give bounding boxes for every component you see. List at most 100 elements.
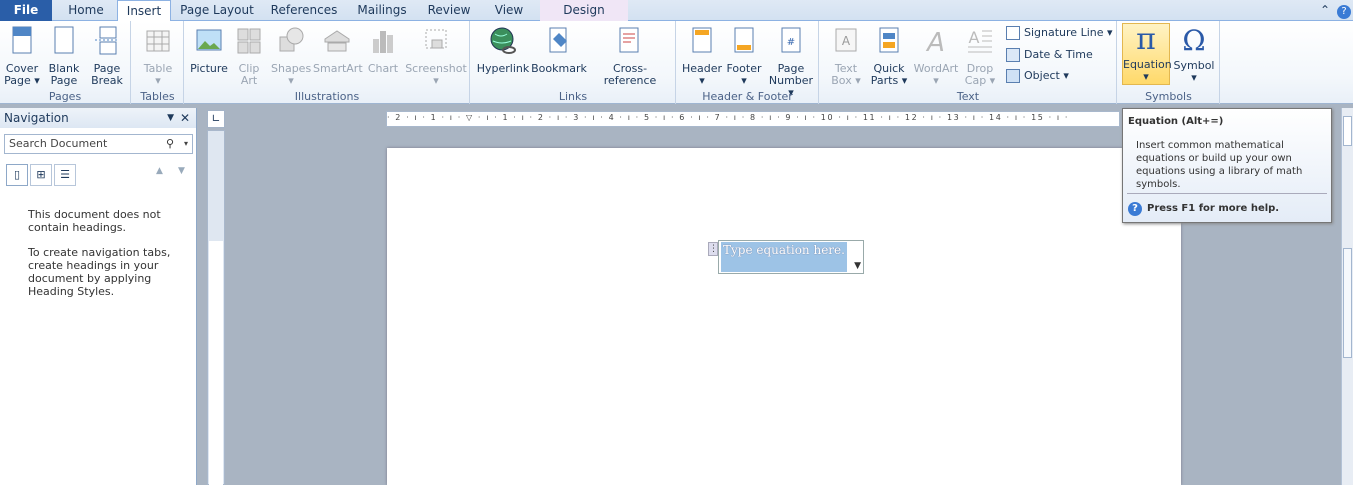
smartart-icon	[324, 30, 350, 52]
document-page[interactable]	[387, 148, 1181, 485]
text-box-icon: A	[835, 28, 857, 52]
group-label-symbols: Symbols	[1145, 90, 1192, 103]
ribbon: Cover Page ▾ Blank Page Page Break Pages Ta…	[0, 21, 1353, 104]
tooltip-title: Equation (Alt+=)	[1128, 116, 1224, 127]
globe-link-icon	[490, 27, 516, 54]
pi-icon: π	[1136, 22, 1156, 57]
navigation-view-tabs: ▯ ⊞ ☰	[6, 164, 78, 186]
no-headings-message: This document does not contain headings.	[28, 208, 161, 234]
tab-insert[interactable]: Insert	[117, 0, 171, 22]
tab-references[interactable]: References	[264, 0, 344, 21]
page-break-button[interactable]: Page Break	[86, 25, 128, 87]
cover-page-button[interactable]: Cover Page ▾	[2, 25, 42, 87]
vertical-scrollbar[interactable]	[1341, 108, 1353, 485]
tab-design[interactable]: Design	[540, 0, 628, 21]
equation-button[interactable]: π Equation ▾	[1122, 22, 1172, 85]
group-label-tables: Tables	[140, 90, 175, 103]
headings-help-message: To create navigation tabs, create headin…	[28, 246, 171, 298]
equation-box[interactable]: Type equation here. ▼	[718, 240, 864, 274]
search-icon[interactable]: ⚲	[166, 135, 174, 153]
navigation-pane: Navigation ▼ ✕ Search Document ⚲ ▾ ▯ ⊞ ☰ ▲…	[0, 108, 197, 485]
bookmark-icon	[549, 27, 567, 53]
scrollbar-thumb[interactable]	[1343, 248, 1352, 358]
tooltip-body: Insert common mathematical equations or …	[1136, 140, 1303, 190]
signature-line-button[interactable]: Signature Line ▾	[1006, 23, 1114, 43]
cover-page-icon	[12, 26, 32, 54]
clip-art-button[interactable]: Clip Art	[231, 25, 267, 87]
footer-icon	[734, 27, 754, 53]
header-button[interactable]: Header ▾	[681, 25, 723, 87]
pane-options-icon[interactable]: ▼	[167, 108, 174, 128]
equation-move-handle[interactable]: ⋮	[708, 242, 718, 256]
previous-heading-icon[interactable]: ▲	[156, 166, 163, 176]
wordart-button[interactable]: A WordArt ▾	[912, 25, 960, 87]
table-button[interactable]: Table ▾	[138, 25, 178, 87]
close-icon[interactable]: ✕	[180, 108, 190, 128]
navigation-title: Navigation	[4, 111, 69, 125]
equation-options-icon[interactable]: ▼	[854, 261, 861, 271]
picture-button[interactable]: Picture	[187, 25, 231, 75]
ribbon-tab-bar: File Home Insert Page Layout References …	[0, 0, 1353, 22]
search-document-input[interactable]: Search Document ⚲ ▾	[4, 134, 193, 154]
screenshot-icon	[425, 29, 447, 49]
screenshot-button[interactable]: Screenshot ▾	[405, 25, 467, 87]
browse-results-icon[interactable]: ☰	[54, 164, 76, 186]
shapes-button[interactable]: Shapes ▾	[271, 25, 311, 87]
next-heading-icon[interactable]: ▼	[178, 166, 185, 176]
blank-page-button[interactable]: Blank Page	[44, 25, 84, 87]
hyperlink-button[interactable]: Hyperlink	[475, 25, 531, 75]
tooltip-help: ? Press F1 for more help.	[1128, 202, 1279, 216]
group-label-illustrations: Illustrations	[294, 90, 360, 103]
search-options-icon[interactable]: ▾	[184, 135, 188, 153]
tab-file[interactable]: File	[0, 0, 52, 21]
date-time-button[interactable]: Date & Time	[1006, 45, 1114, 65]
symbol-button[interactable]: Ω Symbol ▾	[1172, 25, 1216, 84]
tab-home[interactable]: Home	[58, 0, 114, 21]
help-icon[interactable]: ?	[1336, 0, 1352, 21]
blank-page-icon	[54, 26, 74, 54]
footer-button[interactable]: Footer ▾	[723, 25, 765, 87]
browse-pages-icon[interactable]: ⊞	[30, 164, 52, 186]
picture-icon	[196, 29, 222, 51]
view-ruler-icon[interactable]	[1343, 116, 1352, 146]
tab-view[interactable]: View	[484, 0, 534, 21]
smartart-button[interactable]: SmartArt	[313, 25, 363, 75]
equation-tooltip: Equation (Alt+=) Insert common mathemati…	[1122, 108, 1332, 223]
tab-review[interactable]: Review	[420, 0, 478, 21]
chart-button[interactable]: Chart	[363, 25, 403, 75]
group-symbols: π Equation ▾ Ω Symbol ▾ Symbols	[1118, 21, 1220, 104]
vertical-ruler[interactable]	[207, 130, 225, 485]
page-break-icon	[95, 26, 119, 55]
clip-art-icon	[237, 28, 261, 54]
quick-parts-button[interactable]: Quick Parts ▾	[868, 25, 910, 87]
object-icon	[1006, 69, 1020, 83]
text-box-button[interactable]: A Text Box ▾	[826, 25, 866, 87]
help-icon: ?	[1128, 202, 1142, 216]
chart-icon	[373, 31, 393, 53]
tab-page-layout[interactable]: Page Layout	[176, 0, 258, 21]
tab-selector[interactable]: ∟	[207, 110, 225, 128]
cross-reference-icon	[619, 27, 639, 53]
wordart-icon: A	[925, 28, 945, 58]
group-text: A Text Box ▾ Quick Parts ▾ A WordArt ▾ A Dr…	[820, 21, 1117, 104]
group-label-links: Links	[558, 90, 588, 103]
bookmark-button[interactable]: Bookmark	[531, 25, 587, 75]
equation-placeholder[interactable]: Type equation here.	[721, 242, 847, 272]
tab-mailings[interactable]: Mailings	[350, 0, 414, 21]
svg-text:A: A	[925, 28, 945, 57]
object-button[interactable]: Object ▾	[1006, 66, 1114, 86]
omega-icon: Ω	[1182, 24, 1206, 57]
group-header-footer: Header ▾ Footer ▾ # Page Number ▾ Header & …	[677, 21, 819, 104]
drop-cap-button[interactable]: A Drop Cap ▾	[960, 25, 1000, 87]
cross-reference-button[interactable]: Cross-reference	[587, 25, 673, 87]
page-number-button[interactable]: # Page Number ▾	[765, 25, 817, 99]
svg-text:#: #	[787, 37, 795, 48]
signature-icon	[1006, 26, 1020, 40]
group-links: Hyperlink Bookmark Cross-reference Links	[471, 21, 676, 104]
minimize-ribbon-icon[interactable]: ⌃	[1318, 0, 1332, 21]
group-tables: Table ▾ Tables	[132, 21, 184, 104]
browse-headings-icon[interactable]: ▯	[6, 164, 28, 186]
horizontal-ruler[interactable]: · 2 · ı · 1 · ı · ▽ · ı · 1 · ı · 2 · ı …	[386, 111, 1120, 127]
drop-cap-icon: A	[968, 28, 992, 53]
svg-text:A: A	[969, 28, 980, 47]
